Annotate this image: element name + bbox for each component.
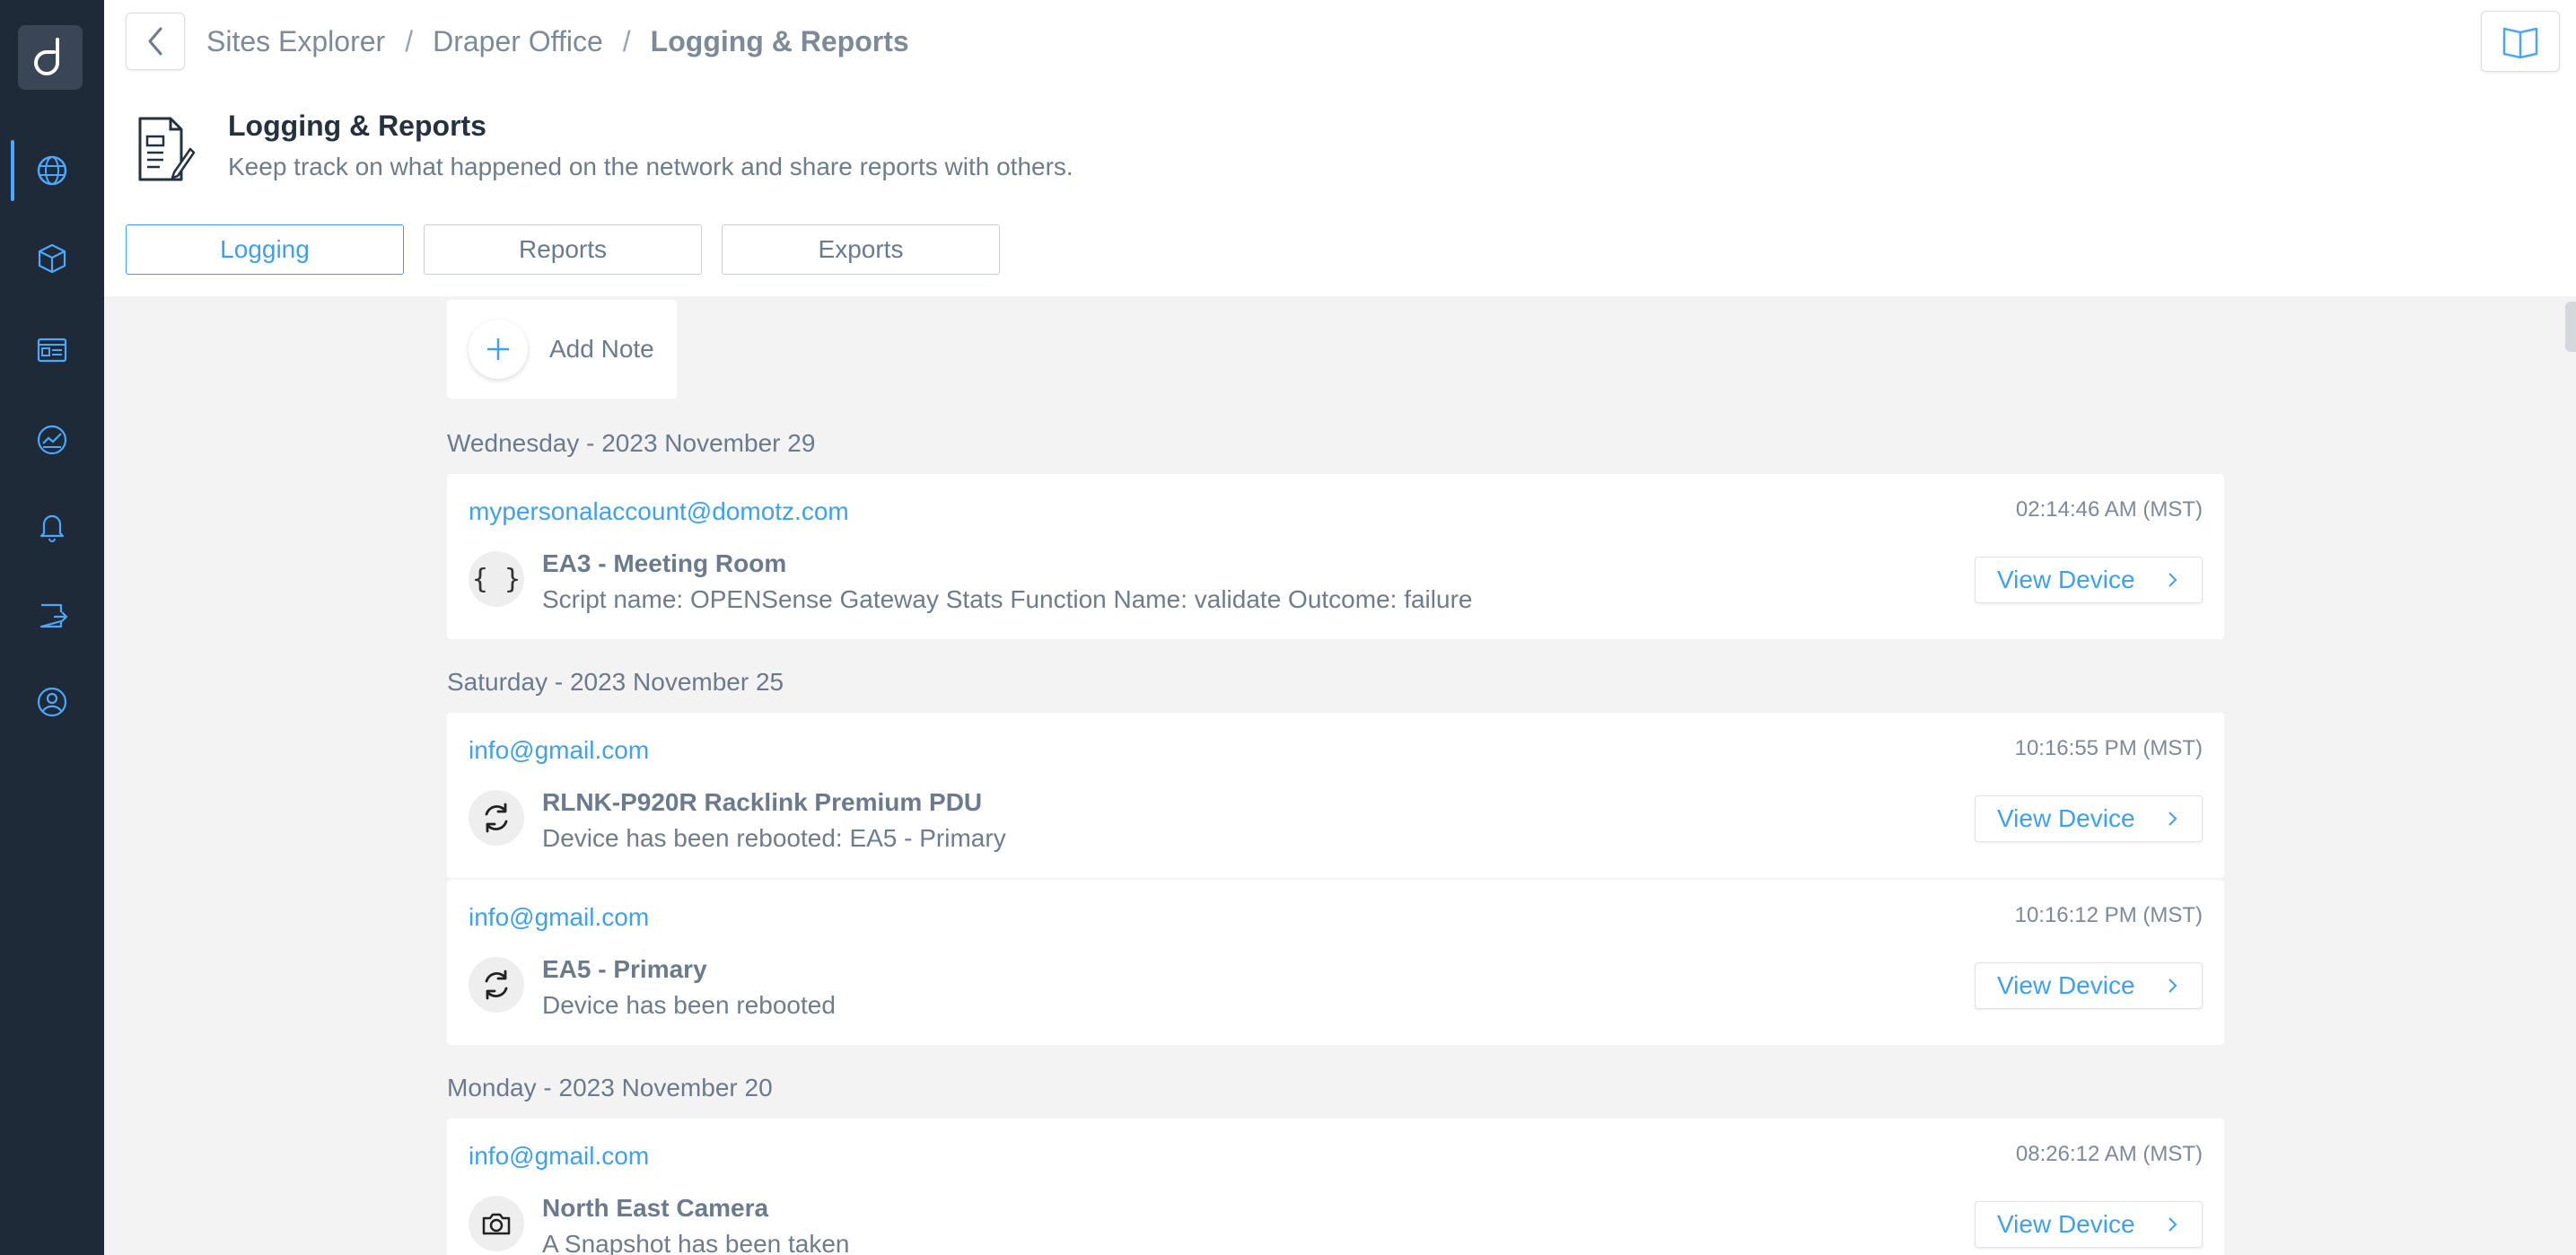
book-icon (2502, 27, 2538, 59)
entry-timestamp: 10:16:12 PM (MST) (2014, 903, 2203, 927)
entry-description: Device has been rebooted: EA5 - Primary (542, 824, 1006, 852)
log-entry: info@gmail.com 08:26:12 AM (MST) North E… (447, 1119, 2224, 1255)
page-header: Logging & Reports Keep track on what hap… (104, 106, 1361, 196)
log-content[interactable]: Add Note Wednesday - 2023 November 29 my… (104, 296, 2576, 1255)
alerts-bell-icon[interactable] (18, 492, 86, 560)
tab-reports[interactable]: Reports (424, 224, 702, 275)
day-header: Wednesday - 2023 November 29 (447, 429, 816, 457)
view-device-label: View Device (1997, 566, 2135, 593)
add-note-label: Add Note (549, 335, 654, 363)
entry-description: Device has been rebooted (542, 991, 836, 1019)
page-title: Logging & Reports (228, 110, 486, 142)
entry-user-link[interactable]: info@gmail.com (469, 903, 649, 932)
scrollbar-thumb[interactable] (2565, 302, 2576, 352)
log-entry: info@gmail.com 10:16:55 PM (MST) RLNK-P9… (447, 713, 2224, 878)
integrations-icon[interactable] (18, 582, 86, 650)
page-subtitle: Keep track on what happened on the netwo… (228, 153, 1073, 180)
view-device-button[interactable]: View Device (1975, 962, 2203, 1009)
entry-device-name: RLNK-P920R Racklink Premium PDU (542, 788, 983, 816)
view-device-button[interactable]: View Device (1975, 1201, 2203, 1248)
breadcrumb-separator: / (405, 25, 414, 57)
back-button[interactable] (126, 13, 185, 70)
add-note-button[interactable]: Add Note (447, 300, 677, 399)
monitoring-gauge-icon[interactable] (18, 406, 86, 474)
day-header: Monday - 2023 November 20 (447, 1074, 773, 1101)
chevron-right-icon (2169, 812, 2177, 826)
entry-description: A Snapshot has been taken (542, 1230, 850, 1255)
entry-timestamp: 08:26:12 AM (MST) (2015, 1142, 2203, 1166)
day-header: Saturday - 2023 November 25 (447, 668, 784, 696)
tab-exports[interactable]: Exports (722, 224, 1000, 275)
view-device-button[interactable]: View Device (1975, 557, 2203, 603)
breadcrumb-sites-explorer[interactable]: Sites Explorer (206, 25, 385, 58)
tab-bar: Logging Reports Exports (126, 224, 1000, 275)
sidebar (0, 0, 104, 1255)
main-area: Sites Explorer / Draper Office / Logging… (104, 0, 2576, 1255)
view-device-label: View Device (1997, 971, 2135, 999)
entry-user-link[interactable]: mypersonalaccount@domotz.com (469, 497, 849, 526)
entry-description: Script name: OPENSense Gateway Stats Fun… (542, 585, 1473, 613)
devices-cube-icon[interactable] (18, 224, 86, 293)
chevron-right-icon (2169, 573, 2177, 587)
entry-timestamp: 02:14:46 AM (MST) (2015, 497, 2203, 522)
help-docs-button[interactable] (2481, 11, 2560, 72)
entry-timestamp: 10:16:55 PM (MST) (2014, 736, 2203, 760)
entry-user-link[interactable]: info@gmail.com (469, 736, 649, 765)
entry-device-name: EA3 - Meeting Room (542, 549, 787, 577)
view-device-button[interactable]: View Device (1975, 795, 2203, 842)
breadcrumb-separator: / (622, 25, 631, 57)
script-braces-icon: { } (469, 551, 524, 607)
entry-user-link[interactable]: info@gmail.com (469, 1142, 649, 1171)
tab-logging[interactable]: Logging (126, 224, 404, 275)
top-bar: Sites Explorer / Draper Office / Logging… (104, 0, 2576, 84)
entry-device-name: EA5 - Primary (542, 955, 707, 983)
network-globe-icon[interactable] (18, 136, 86, 205)
plus-icon (469, 320, 528, 379)
logo-d-icon (34, 38, 59, 75)
log-entry: info@gmail.com 10:16:12 PM (MST) EA5 - P… (447, 880, 2224, 1045)
report-document-icon (138, 117, 196, 181)
view-device-label: View Device (1997, 1210, 2135, 1238)
camera-icon (469, 1196, 524, 1251)
chevron-right-icon (2169, 1217, 2177, 1232)
reboot-icon (469, 957, 524, 1013)
breadcrumb-draper-office[interactable]: Draper Office (433, 25, 603, 58)
chevron-left-icon (148, 27, 162, 56)
view-device-label: View Device (1997, 804, 2135, 832)
dashboard-card-icon[interactable] (18, 316, 86, 384)
entry-device-name: North East Camera (542, 1194, 769, 1222)
chevron-right-icon (2169, 979, 2177, 993)
nav-active-indicator (11, 140, 14, 201)
log-entry: mypersonalaccount@domotz.com 02:14:46 AM… (447, 474, 2224, 639)
breadcrumb: Sites Explorer / Draper Office / Logging… (206, 25, 909, 58)
reboot-icon (469, 790, 524, 846)
domotz-logo[interactable] (18, 25, 83, 90)
account-user-icon[interactable] (18, 668, 86, 736)
breadcrumb-current: Logging & Reports (650, 25, 909, 57)
